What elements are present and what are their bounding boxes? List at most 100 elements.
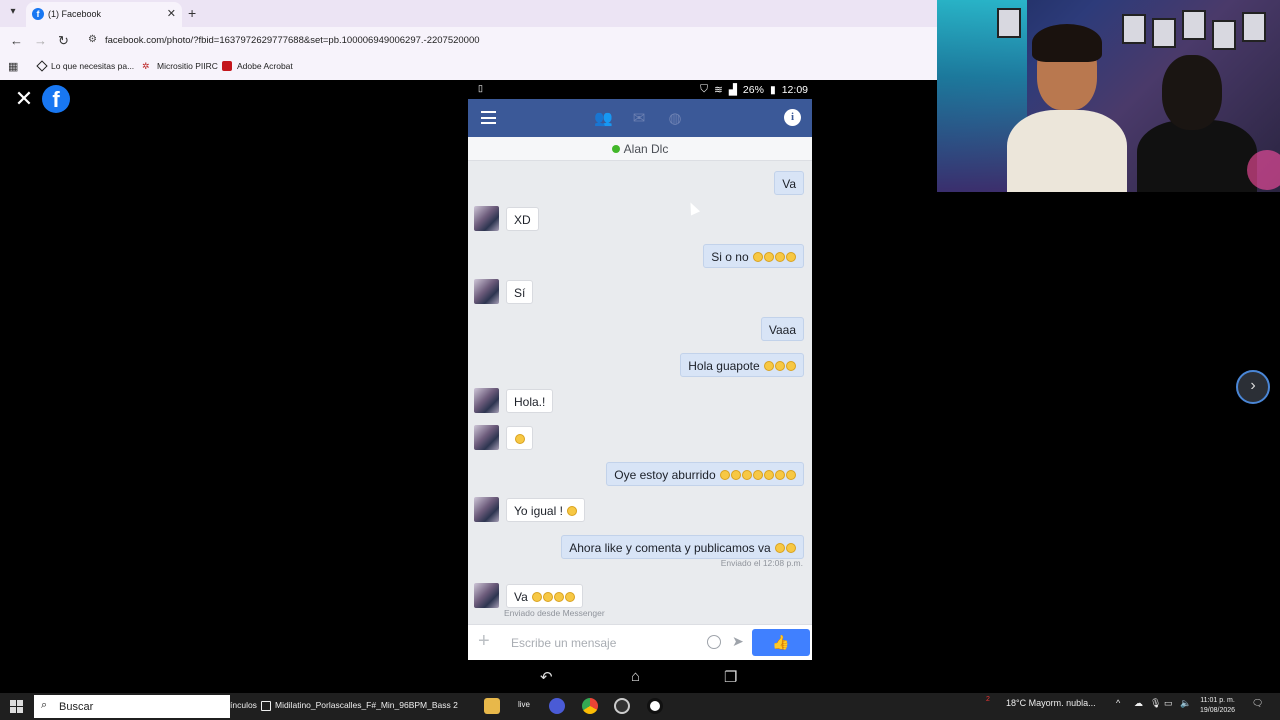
outgoing-message[interactable]: Oye estoy aburrido — [606, 462, 804, 486]
recents-nav-icon[interactable]: ❐ — [724, 668, 737, 686]
friends-icon[interactable]: 👥 — [594, 109, 613, 127]
info-icon[interactable]: i — [784, 109, 801, 126]
url-text: facebook.com/photo/?fbid=163797262977768… — [105, 35, 480, 46]
incoming-message[interactable]: Sí — [506, 280, 534, 304]
messages-icon[interactable]: ✉ — [630, 109, 648, 127]
url-field[interactable]: ⚙ facebook.com/photo/?fbid=1637972629777… — [84, 30, 934, 51]
weather-text[interactable]: 18°C Mayorm. nubla... — [1006, 698, 1096, 708]
notification-count: 2 — [986, 696, 990, 703]
globe-icon[interactable]: ◍ — [666, 109, 684, 127]
reload-icon[interactable]: ↻ — [58, 33, 69, 49]
laughing-emoji-icon — [543, 592, 554, 602]
message-text: Hola guapote — [688, 359, 760, 373]
bookmark-2[interactable]: ✲ Micrositio PIIRC — [142, 61, 218, 71]
avatar[interactable] — [474, 279, 499, 304]
bookmark-3[interactable]: Adobe Acrobat — [222, 61, 293, 71]
thumbs-up-icon[interactable]: 👍 — [752, 629, 810, 656]
outgoing-message[interactable]: Si o no — [703, 244, 804, 268]
laughing-emoji-icon — [567, 506, 578, 516]
new-tab-icon[interactable]: + — [188, 5, 196, 21]
android-nav-bar: ↶ ⌂ ❐ — [468, 660, 812, 693]
laughing-emoji-icon — [731, 470, 741, 480]
outgoing-message[interactable]: Va — [774, 171, 804, 195]
laughing-emoji-icon — [775, 470, 785, 480]
tab-strip: ▾ f (1) Facebook ✕ + — [0, 0, 937, 27]
close-icon[interactable]: ✕ — [12, 88, 36, 112]
bookmark-1[interactable]: Lo que necesitas pa... — [36, 60, 134, 72]
phone-status-bar: ▯ ⛉ ≋ ▟ 26% ▮ 12:09 — [468, 80, 812, 99]
network-icon[interactable]: ▭ — [1164, 698, 1173, 709]
tab-facebook[interactable]: f (1) Facebook ✕ — [26, 2, 182, 27]
emoji-icon[interactable] — [707, 635, 721, 649]
online-indicator-icon — [611, 145, 620, 153]
apps-grid-icon[interactable]: ▦ — [8, 60, 18, 73]
avatar[interactable] — [474, 388, 499, 413]
avatar[interactable] — [474, 583, 499, 608]
taskbar-search[interactable]: ⌕ Buscar — [34, 695, 230, 718]
laughing-emoji-icon — [753, 470, 763, 480]
message-input[interactable]: Escribe un mensaje — [511, 636, 616, 650]
site-info-icon[interactable]: ⚙ — [88, 34, 97, 45]
window-icon — [261, 701, 271, 711]
incoming-message[interactable]: XD — [506, 207, 539, 231]
message-text: Hola.! — [514, 395, 546, 409]
menu-icon[interactable] — [481, 111, 496, 124]
chevron-right-icon[interactable]: › — [1236, 370, 1270, 404]
chrome-icon[interactable] — [582, 698, 598, 714]
file-explorer-icon[interactable] — [484, 698, 500, 714]
message-text: Vaaa — [768, 323, 796, 337]
plus-icon[interactable]: + — [478, 630, 490, 653]
tab-title: (1) Facebook — [48, 9, 102, 19]
outgoing-message[interactable]: Hola guapote — [680, 353, 804, 377]
outgoing-message[interactable]: Vaaa — [760, 317, 804, 341]
facebook-logo-icon[interactable]: f — [42, 85, 70, 113]
status-time: 12:09 — [781, 83, 808, 96]
taskbar-clock[interactable]: 11:01 p. m. 19/08/2026 — [1200, 696, 1235, 716]
laughing-emoji-icon — [515, 434, 525, 444]
tab-close-icon[interactable]: ✕ — [167, 7, 176, 20]
links-label[interactable]: ínculos — [230, 700, 257, 710]
message-text: Si o no — [711, 250, 749, 264]
message-text: Va — [782, 177, 796, 191]
incoming-message[interactable]: Yo igual ! — [506, 498, 586, 522]
avatar[interactable] — [474, 206, 499, 231]
volume-icon[interactable]: 🔈 — [1180, 698, 1191, 709]
tab-search-icon[interactable]: ▾ — [4, 6, 22, 22]
obs-icon[interactable] — [614, 698, 630, 714]
camera-app-icon[interactable] — [647, 698, 663, 714]
windows-start-icon[interactable] — [10, 700, 23, 713]
mic-icon[interactable]: 🎙 — [1150, 698, 1161, 709]
webcam-overlay — [937, 0, 1280, 192]
laughing-emoji-icon — [775, 543, 785, 553]
window-title[interactable]: Midilatino_Porlascalles_F#_Min_96BPM_Bas… — [275, 700, 458, 710]
laughing-emoji-icon — [764, 470, 774, 480]
laughing-emoji-icon — [764, 361, 774, 371]
avatar[interactable] — [474, 497, 499, 522]
notifications-icon[interactable]: 🗨 — [1252, 698, 1263, 709]
incoming-message[interactable]: Hola.! — [506, 389, 554, 413]
facebook-favicon-icon: f — [32, 8, 44, 20]
message-text: Oye estoy aburrido — [614, 468, 716, 482]
incoming-message[interactable] — [506, 426, 533, 450]
laughing-emoji-icon — [720, 470, 730, 480]
chat-thread: Enviado el 12:08 p.m. Enviado desde Mess… — [468, 161, 812, 624]
forward-icon[interactable]: → — [34, 33, 47, 48]
cloud-icon[interactable]: ☁ — [1134, 698, 1143, 709]
wifi-icon: ≋ — [714, 83, 723, 96]
browser-window: ▾ f (1) Facebook ✕ + ← → ↻ ⚙ facebook.co… — [0, 0, 937, 80]
laughing-emoji-icon — [753, 252, 763, 262]
back-icon[interactable]: ← — [10, 33, 23, 48]
chevron-up-icon[interactable]: ^ — [1116, 698, 1120, 708]
laughing-emoji-icon — [554, 592, 565, 602]
message-text: Sí — [514, 286, 526, 300]
live-app-label[interactable]: live — [518, 700, 530, 709]
outgoing-message[interactable]: Ahora like y comenta y publicamos va — [561, 535, 804, 559]
back-nav-icon[interactable]: ↶ — [540, 668, 553, 686]
home-nav-icon[interactable]: ⌂ — [631, 668, 640, 685]
message-text: XD — [514, 213, 531, 227]
incoming-message[interactable]: Va — [506, 584, 584, 608]
send-icon[interactable]: ➤ — [732, 633, 744, 650]
laughing-emoji-icon — [786, 361, 796, 371]
discord-icon[interactable] — [549, 698, 565, 714]
avatar[interactable] — [474, 425, 499, 450]
